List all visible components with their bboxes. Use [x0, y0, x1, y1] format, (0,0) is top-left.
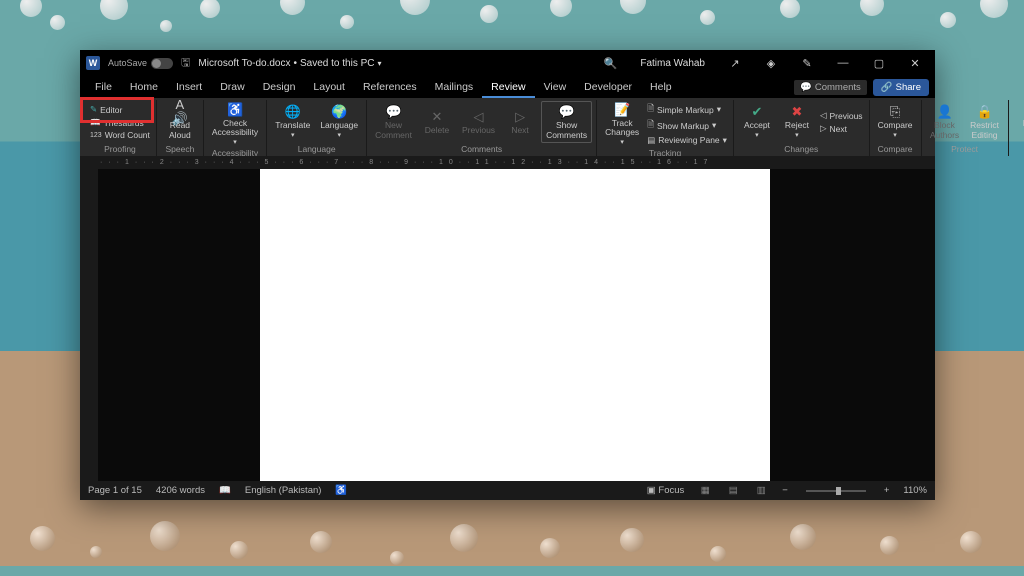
accessibility-status-icon[interactable]: ♿ — [335, 485, 347, 496]
group-comments: 💬New Comment ✕Delete ◁Previous ▷Next 💬Sh… — [367, 100, 597, 156]
web-layout-icon[interactable]: ▥ — [754, 484, 768, 498]
search-icon[interactable]: 🔍 — [596, 50, 624, 76]
hide-ink-button[interactable]: ✒Hide Ink▾ — [1013, 100, 1024, 148]
close-button[interactable]: ✕ — [901, 50, 929, 76]
horizontal-ruler[interactable]: ···1···2···3···4···5···6···7···8···9···1… — [80, 156, 935, 169]
show-comments-button[interactable]: 💬Show Comments — [541, 101, 592, 143]
delete-comment-button: ✕Delete — [418, 107, 456, 137]
spellcheck-icon[interactable]: 📖 — [219, 485, 231, 496]
highlight-box — [80, 97, 154, 123]
translate-button[interactable]: 🌐Translate▾ — [271, 102, 314, 141]
tab-review[interactable]: Review — [482, 78, 534, 98]
group-accessibility: ♿Check Accessibility▾ Accessibility — [204, 100, 267, 156]
wordcount-button[interactable]: 123Word Count — [88, 129, 152, 141]
reviewing-pane-dropdown[interactable]: ▤ Reviewing Pane ▾ — [645, 134, 729, 147]
reject-button[interactable]: ✖Reject▾ — [778, 102, 816, 141]
lock-icon: 🔒 — [977, 104, 993, 120]
translate-icon: 🌐 — [285, 104, 301, 120]
accept-button[interactable]: ✔Accept▾ — [738, 102, 776, 141]
speaker-icon: A🔊 — [172, 104, 188, 120]
group-speech: A🔊Read Aloud Speech — [157, 100, 204, 156]
status-bar: Page 1 of 15 4206 words 📖 English (Pakis… — [80, 481, 935, 500]
tab-view[interactable]: View — [535, 78, 576, 98]
tab-draw[interactable]: Draw — [211, 78, 254, 98]
track-icon: 📝 — [614, 102, 630, 118]
ribbon: ✎Editor 📖Thesaurus 123Word Count Proofin… — [80, 98, 935, 156]
comments-button[interactable]: 💬 Comments — [794, 80, 867, 95]
autosave-toggle[interactable]: AutoSave — [108, 58, 173, 69]
pen-icon[interactable]: ✎ — [793, 50, 821, 76]
print-layout-icon[interactable]: ▤ — [726, 484, 740, 498]
diamond-icon[interactable]: ◈ — [757, 50, 785, 76]
tab-home[interactable]: Home — [121, 78, 167, 98]
next-change-button[interactable]: ▷ Next — [818, 122, 865, 135]
page-count[interactable]: Page 1 of 15 — [88, 485, 142, 496]
prev-comment-button: ◁Previous — [458, 107, 499, 137]
tab-mailings[interactable]: Mailings — [426, 78, 483, 98]
document-page[interactable] — [260, 169, 770, 481]
prev-change-button[interactable]: ◁ Previous — [818, 109, 865, 122]
zoom-in-button[interactable]: + — [884, 485, 890, 496]
track-changes-button[interactable]: 📝Track Changes▾ — [601, 100, 643, 148]
new-comment-button: 💬New Comment — [371, 102, 416, 142]
language-button[interactable]: 🌍Language▾ — [316, 102, 362, 141]
read-mode-icon[interactable]: ▦ — [698, 484, 712, 498]
zoom-slider[interactable] — [806, 490, 866, 492]
check-accessibility-button[interactable]: ♿Check Accessibility▾ — [208, 100, 262, 148]
restrict-editing-button[interactable]: 🔒Restrict Editing — [966, 102, 1004, 142]
language-icon: 🌍 — [331, 104, 347, 120]
group-tracking: 📝Track Changes▾ 🗎 Simple Markup ▾ 🗎 Show… — [597, 100, 734, 156]
tab-layout[interactable]: Layout — [304, 78, 354, 98]
titlebar: W AutoSave 🖫 Microsoft To-do.docx• Saved… — [80, 50, 935, 76]
word-count[interactable]: 4206 words — [156, 485, 205, 496]
group-compare: ⎘Compare▾ Compare — [870, 100, 922, 156]
group-language: 🌐Translate▾ 🌍Language▾ Language — [267, 100, 367, 156]
minimize-button[interactable]: — — [829, 50, 857, 76]
tab-help[interactable]: Help — [641, 78, 681, 98]
compare-icon: ⎘ — [887, 104, 903, 120]
document-title[interactable]: Microsoft To-do.docx• Saved to this PC▾ — [198, 58, 381, 69]
account-arrow-icon[interactable]: ↗ — [721, 50, 749, 76]
group-ink: ✒Hide Ink▾ Ink — [1009, 100, 1024, 156]
word-window: W AutoSave 🖫 Microsoft To-do.docx• Saved… — [80, 50, 935, 500]
accessibility-icon: ♿ — [227, 102, 243, 118]
document-area — [80, 169, 935, 481]
user-name[interactable]: Fatima Wahab — [632, 58, 713, 69]
tab-insert[interactable]: Insert — [167, 78, 211, 98]
markup-dropdown[interactable]: 🗎 Simple Markup ▾ — [645, 102, 729, 118]
tab-design[interactable]: Design — [254, 78, 305, 98]
share-button[interactable]: 🔗 Share — [873, 79, 929, 96]
compare-button[interactable]: ⎘Compare▾ — [874, 102, 917, 141]
tab-bar: File Home Insert Draw Design Layout Refe… — [80, 76, 935, 98]
group-protect: 👤Block Authors 🔒Restrict Editing Protect — [922, 100, 1009, 156]
block-authors-button: 👤Block Authors — [926, 102, 964, 142]
read-aloud-button[interactable]: A🔊Read Aloud — [161, 102, 199, 142]
zoom-out-button[interactable]: − — [782, 485, 788, 496]
vertical-ruler[interactable] — [80, 169, 98, 481]
group-changes: ✔Accept▾ ✖Reject▾ ◁ Previous ▷ Next Chan… — [734, 100, 870, 156]
tab-developer[interactable]: Developer — [575, 78, 641, 98]
tab-file[interactable]: File — [86, 78, 121, 98]
tab-references[interactable]: References — [354, 78, 426, 98]
zoom-level[interactable]: 110% — [903, 485, 927, 496]
save-icon[interactable]: 🖫 — [181, 54, 190, 73]
focus-mode-button[interactable]: ▣ Focus — [647, 485, 685, 496]
show-markup-dropdown[interactable]: 🗎 Show Markup ▾ — [645, 118, 729, 134]
maximize-button[interactable]: ▢ — [865, 50, 893, 76]
language-status[interactable]: English (Pakistan) — [245, 485, 322, 496]
word-icon: W — [86, 56, 100, 70]
next-comment-button: ▷Next — [501, 107, 539, 137]
